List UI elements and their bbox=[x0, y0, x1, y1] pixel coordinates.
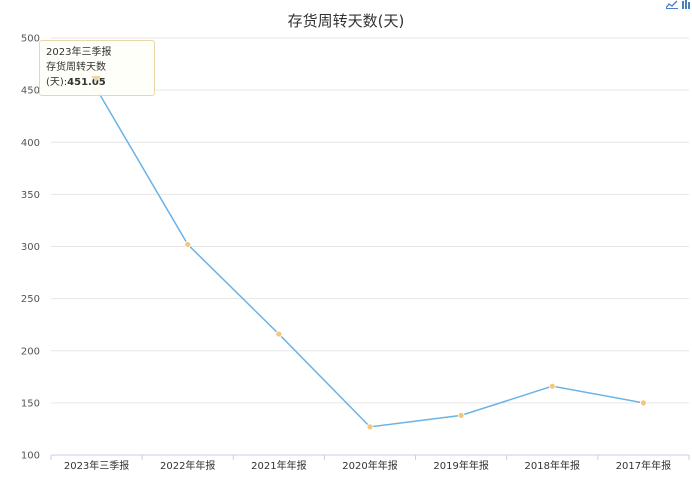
x-tick-label: 2017年年报 bbox=[616, 459, 671, 472]
data-point bbox=[366, 423, 374, 431]
x-tick-label: 2022年年报 bbox=[160, 459, 215, 472]
x-tick-label: 2023年三季报 bbox=[64, 459, 129, 472]
tooltip-value-row: 存货周转天数(天):451.05 bbox=[46, 60, 148, 90]
tooltip-period: 2023年三季报 bbox=[46, 47, 112, 58]
data-point bbox=[640, 399, 647, 407]
y-tick-label: 150 bbox=[21, 398, 40, 409]
y-tick-label: 500 bbox=[21, 34, 40, 45]
data-point bbox=[548, 382, 556, 390]
y-tick-label: 400 bbox=[21, 138, 40, 149]
tooltip-arrow bbox=[91, 76, 101, 82]
data-point bbox=[184, 241, 192, 248]
data-point bbox=[457, 411, 465, 419]
y-tick-label: 250 bbox=[21, 294, 40, 305]
series-line bbox=[95, 88, 644, 428]
y-tick-label: 100 bbox=[21, 451, 40, 462]
y-tick-label: 450 bbox=[21, 86, 40, 97]
y-tick-label: 200 bbox=[21, 346, 40, 357]
x-tick-label: 2019年年报 bbox=[433, 459, 488, 472]
y-tick-label: 300 bbox=[21, 242, 40, 253]
y-tick-label: 350 bbox=[21, 190, 40, 201]
x-tick-label: 2021年年报 bbox=[251, 459, 306, 472]
x-tick-label: 2020年年报 bbox=[342, 459, 397, 472]
x-tick-label: 2018年年报 bbox=[525, 459, 580, 472]
tooltip: 2023年三季报 存货周转天数(天):451.05 bbox=[39, 40, 155, 96]
data-point bbox=[275, 330, 283, 338]
